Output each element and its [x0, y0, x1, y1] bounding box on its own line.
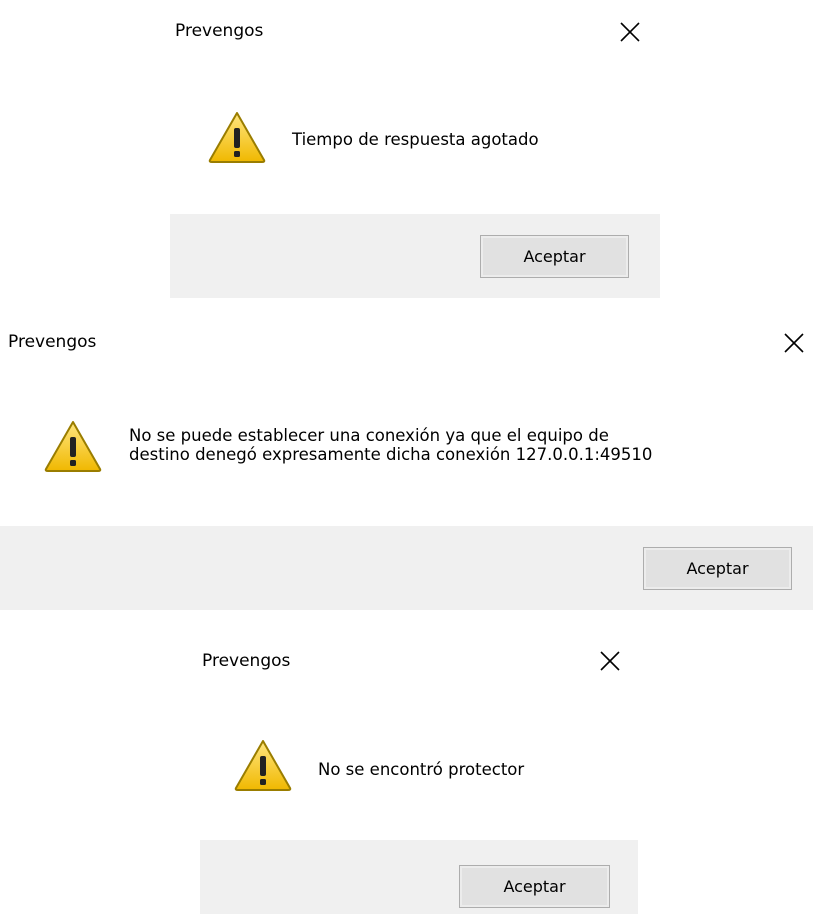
message-line: No se encontró protector — [318, 760, 525, 779]
accept-button[interactable]: Aceptar — [643, 547, 792, 590]
message-line: destino denegó expresamente dicha conexi… — [129, 445, 653, 464]
dialog-message: Tiempo de respuesta agotado — [292, 130, 539, 149]
close-icon[interactable] — [782, 331, 806, 355]
dialog-title: Prevengos — [8, 332, 97, 352]
dialog-footer: Aceptar — [170, 214, 660, 298]
warning-icon — [233, 738, 293, 792]
dialog-connection-refused: Prevengos No se puede establecer una con… — [0, 312, 813, 610]
warning-icon — [207, 110, 267, 164]
message-line: Tiempo de respuesta agotado — [292, 130, 539, 149]
dialog-footer: Aceptar — [0, 526, 813, 610]
close-icon[interactable] — [618, 20, 642, 44]
dialog-title: Prevengos — [202, 651, 291, 671]
dialog-message: No se puede establecer una conexión ya q… — [129, 426, 652, 464]
message-line: No se puede establecer una conexión ya q… — [129, 426, 609, 445]
dialog-message: No se encontró protector — [318, 760, 524, 779]
dialog-footer: Aceptar — [200, 840, 638, 914]
dialog-protector-not-found: Prevengos No se encontró protector Acept… — [200, 620, 638, 914]
close-icon[interactable] — [598, 649, 622, 673]
accept-button[interactable]: Aceptar — [480, 235, 629, 278]
accept-button[interactable]: Aceptar — [459, 865, 610, 908]
warning-icon — [43, 419, 103, 473]
dialog-timeout: Prevengos Tiempo de respuesta agotado Ac… — [170, 0, 660, 298]
dialog-title: Prevengos — [175, 21, 264, 41]
